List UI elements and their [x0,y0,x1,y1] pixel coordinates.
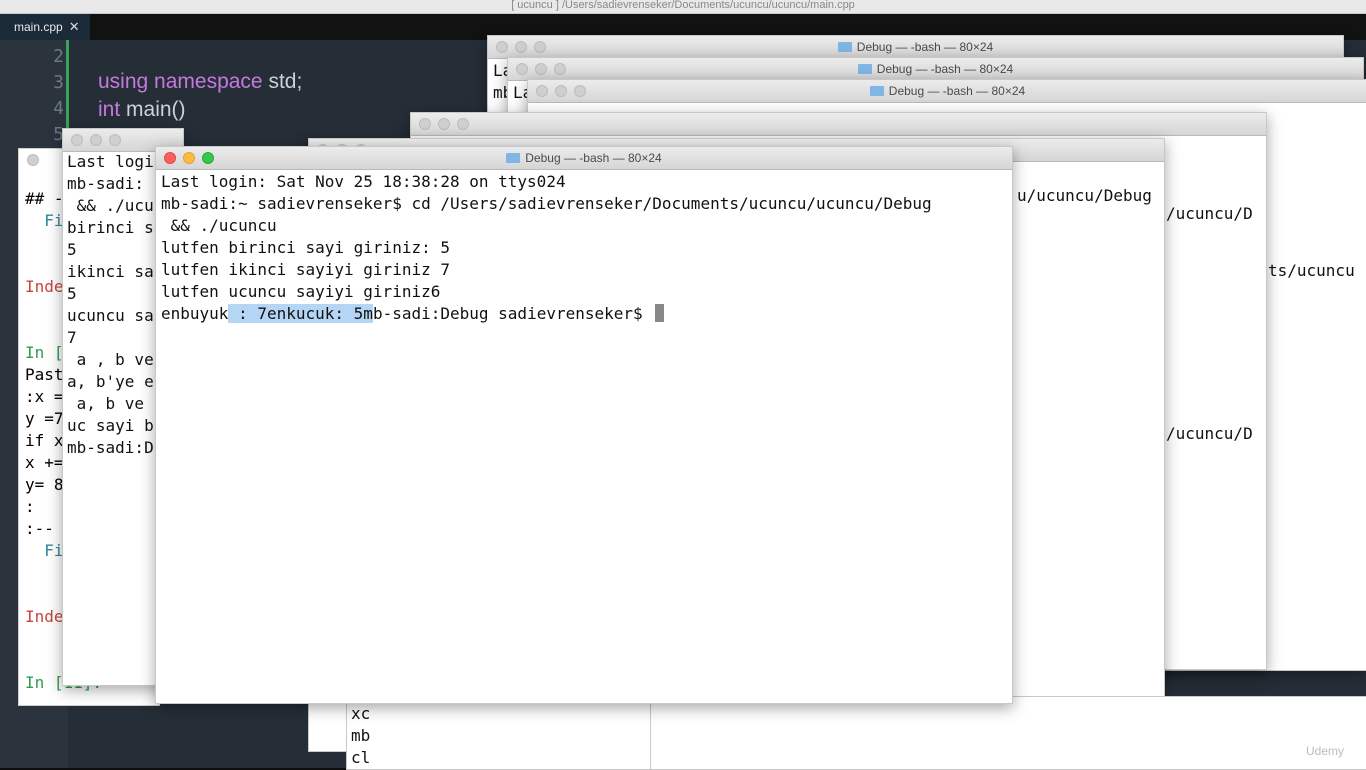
terminal-line: lutfen ucuncu sayiyi giriniz6 [161,282,441,301]
terminal-line: 5 [67,284,77,303]
console-line: ## - [25,189,64,208]
terminal-titlebar [411,113,1266,136]
terminal-cursor [655,304,665,322]
terminal-line: birinci s [67,218,154,237]
terminal-line: && ./ucuncu [161,216,277,235]
console-line: y= 8 [25,475,64,494]
terminal-titlebar: Debug — -bash — 80×24 [508,58,1363,81]
terminal-line: && ./ucu [67,196,154,215]
console-line: if x [25,431,64,450]
terminal-titlebar: Debug — -bash — 80×24 [156,147,1012,170]
line-number: 4 [53,98,64,119]
text-selection: : 7enkucuk: 5m [228,304,373,323]
console-line: :-- [25,519,54,538]
terminal-line: 5 [67,240,77,259]
line-number: 5 [53,124,64,145]
terminal-titlebar: Debug — -bash — 80×24 [528,80,1366,103]
line-number: 2 [53,46,64,67]
terminal-titlebar: Debug — -bash — 80×24 [488,36,1343,59]
terminal-line: a, b'ye e [67,372,154,391]
terminal-title: Debug — -bash — 80×24 [156,151,1012,165]
terminal-line: mb-sadi: [67,174,145,193]
window-titlebar: [ ucuncu ] /Users/sadievrenseker/Documen… [0,0,1366,14]
terminal-line: uc sayi b [67,416,154,435]
folder-icon [837,42,852,52]
console-line: : [25,497,35,516]
terminal-line: mb-sadi:~ sadievrenseker$ cd /Users/sadi… [161,194,932,213]
code-line: using namespace std; [98,70,303,93]
terminal-output[interactable]: Last login: Sat Nov 25 18:38:28 on ttys0… [161,171,1008,325]
terminal-line: enbuyuk : 7enkucuk: 5mb-sadi:Debug sadie… [161,303,1008,325]
console-line: :x = [25,387,64,406]
console-line: Fi [25,541,64,560]
close-icon[interactable]: ✕ [69,19,80,34]
console-line: Inde [25,277,64,296]
terminal-output: Last logi mb-sadi: && ./ucu birinci s 5 ikin… [67,151,154,459]
terminal-line: mb-sadi:D [67,438,154,457]
terminal-line: a, b ve [67,394,145,413]
folder-icon [869,86,884,96]
editor-tab-label: main.cpp [14,20,63,34]
console-line: x += [25,453,64,472]
window-title: [ ucuncu ] /Users/sadievrenseker/Documen… [511,0,855,11]
editor-tab-main-cpp[interactable]: main.cpp ✕ [0,14,90,40]
console-line: Inde [25,607,64,626]
terminal-window-bg[interactable] [650,696,1366,770]
terminal-window-bg[interactable]: xc mb cl [346,696,668,770]
line-number: 3 [53,72,64,93]
terminal-line: Last login: Sat Nov 25 18:38:28 on ttys0… [161,172,566,191]
terminal-line: lutfen birinci sayi giriniz: 5 [161,238,450,257]
console-line: Fi [25,211,64,230]
terminal-line: ucuncu sa [67,306,154,325]
console-line: y =7 [25,409,64,428]
terminal-line: ikinci sa [67,262,154,281]
console-line: In [ [25,343,64,362]
terminal-line: 7 [67,328,77,347]
watermark-logo: Udemy [1306,744,1345,758]
code-line: int main() [98,98,186,121]
terminal-line: lutfen ikinci sayiyi giriniz 7 [161,260,450,279]
terminal-line: Last logi [67,152,154,171]
folder-icon [506,153,521,163]
terminal-window-main[interactable]: Debug — -bash — 80×24 Last login: Sat No… [155,146,1013,704]
folder-icon [857,64,872,74]
terminal-line: a , b ve [67,350,154,369]
console-line: Past [25,365,64,384]
